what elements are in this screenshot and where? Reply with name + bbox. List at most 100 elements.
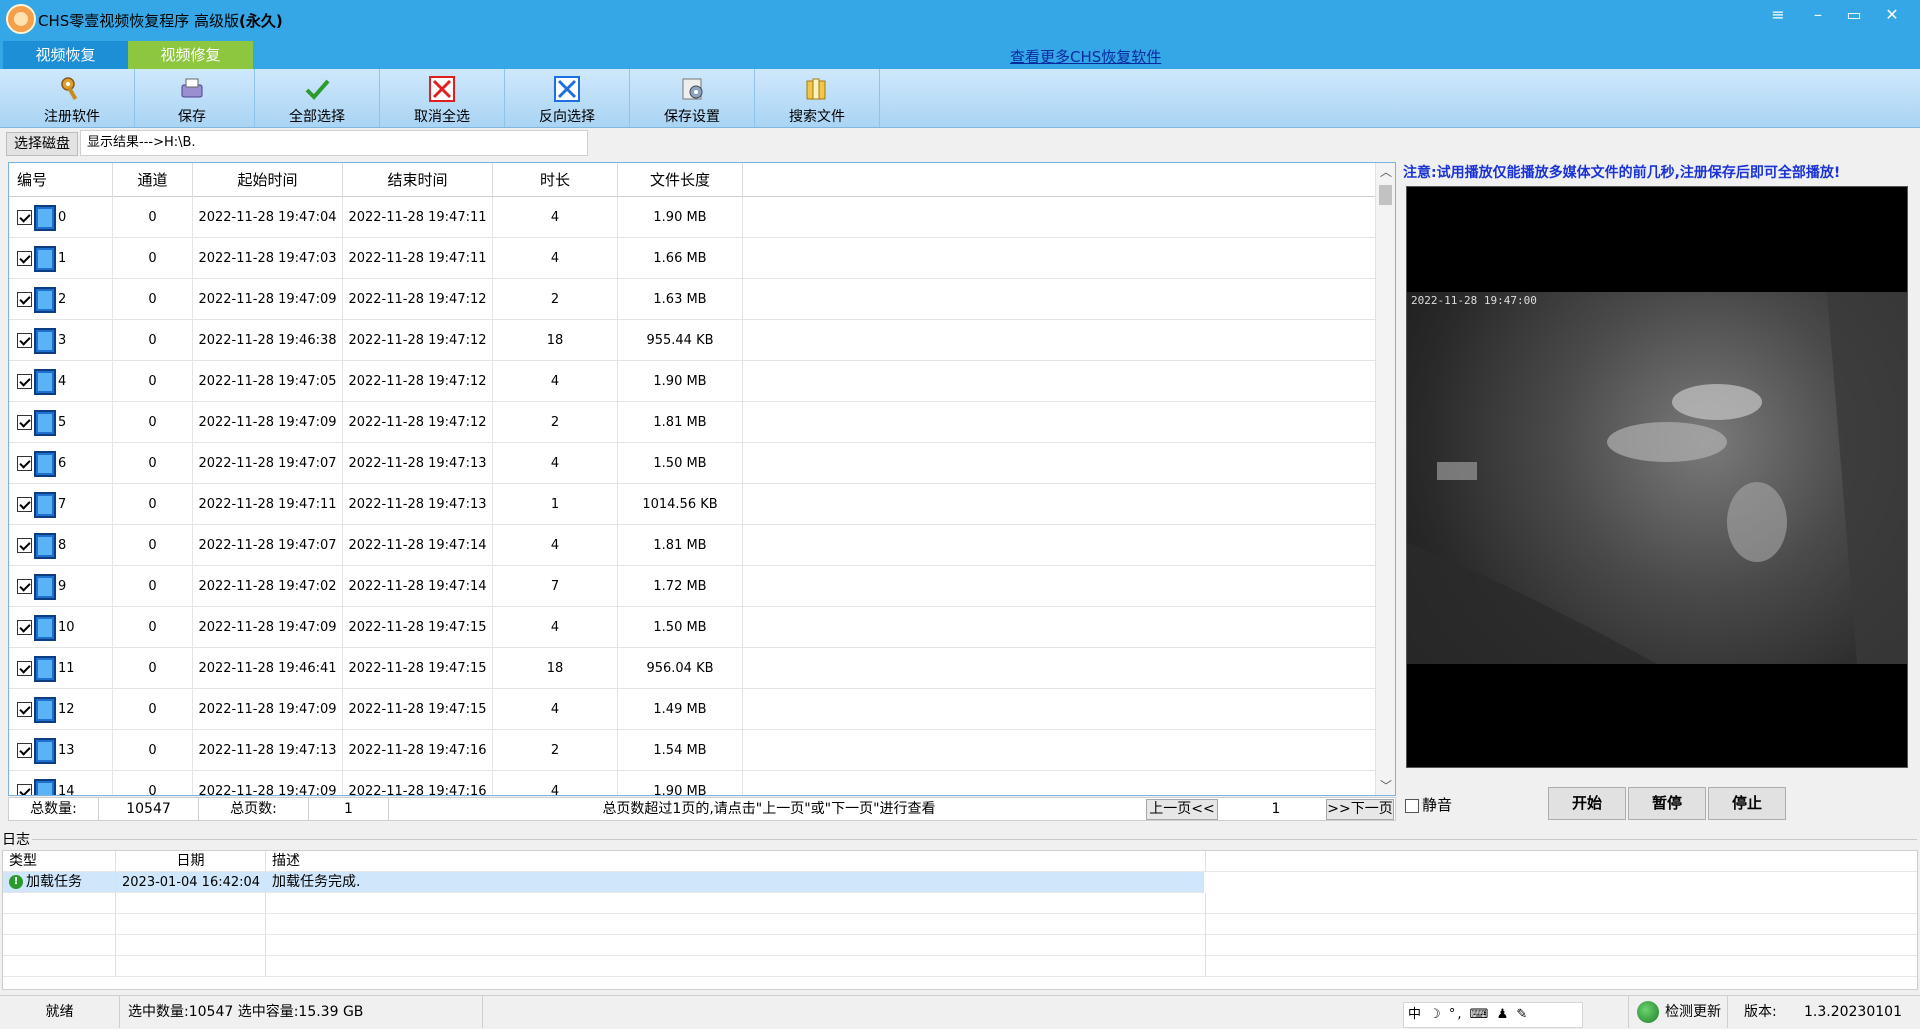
- grid-scrollbar[interactable]: ︿ ﹀: [1375, 163, 1395, 795]
- table-row[interactable]: 3 0 2022-11-28 19:46:38 2022-11-28 19:47:12…: [9, 320, 1375, 361]
- tab-video-recovery[interactable]: 视频恢复: [3, 41, 128, 69]
- menu-icon[interactable]: ≡: [1764, 4, 1792, 26]
- invert-selection-button[interactable]: 反向选择: [505, 69, 630, 127]
- table-row[interactable]: 10 0 2022-11-28 19:47:09 2022-11-28 19:47:1…: [9, 607, 1375, 648]
- close-button[interactable]: ✕: [1878, 4, 1906, 26]
- table-row[interactable]: 13 0 2022-11-28 19:47:13 2022-11-28 19:47:1…: [9, 730, 1375, 771]
- page-input[interactable]: 1: [1221, 798, 1331, 820]
- table-row[interactable]: 2 0 2022-11-28 19:47:09 2022-11-28 19:47:12…: [9, 279, 1375, 320]
- row-checkbox[interactable]: [17, 210, 32, 225]
- row-checkbox[interactable]: [17, 415, 32, 430]
- log-col-desc[interactable]: 描述: [266, 851, 1206, 872]
- log-col-type[interactable]: 类型: [3, 851, 116, 872]
- save-icon: [181, 78, 203, 98]
- deselect-all-button[interactable]: 取消全选: [380, 69, 505, 127]
- row-start-cell: 2022-11-28 19:47:04: [193, 197, 343, 238]
- prev-page-button[interactable]: 上一页<<: [1146, 799, 1218, 820]
- table-row[interactable]: 9 0 2022-11-28 19:47:02 2022-11-28 19:47:14…: [9, 566, 1375, 607]
- register-button[interactable]: 注册软件: [10, 69, 135, 127]
- globe-icon: [1637, 1001, 1659, 1023]
- row-id: 5: [58, 415, 67, 430]
- row-checkbox[interactable]: [17, 374, 32, 389]
- row-checkbox[interactable]: [17, 497, 32, 512]
- status-selection: 选中数量:10547 选中容量:15.39 GB: [120, 996, 483, 1028]
- save-settings-button[interactable]: 保存设置: [630, 69, 755, 127]
- table-row[interactable]: 7 0 2022-11-28 19:47:11 2022-11-28 19:47:13…: [9, 484, 1375, 525]
- trial-notice: 注意:试用播放仅能播放多媒体文件的前几秒,注册保存后即可全部播放!: [1403, 165, 1841, 181]
- row-id-cell: 9: [9, 566, 113, 607]
- save-label: 保存: [178, 109, 206, 125]
- row-id-cell: 4: [9, 361, 113, 402]
- scroll-thumb[interactable]: [1379, 185, 1392, 205]
- row-duration-cell: 4: [493, 361, 618, 402]
- row-id: 11: [58, 661, 75, 676]
- start-button[interactable]: 开始: [1548, 787, 1626, 820]
- row-checkbox[interactable]: [17, 784, 32, 795]
- select-disk-button[interactable]: 选择磁盘: [6, 132, 78, 156]
- pages-value: 1: [309, 798, 389, 820]
- row-start-cell: 2022-11-28 19:47:09: [193, 607, 343, 648]
- col-channel[interactable]: 通道: [113, 163, 193, 197]
- folder-icon: [806, 78, 826, 100]
- pause-button[interactable]: 暂停: [1628, 787, 1706, 820]
- next-page-button[interactable]: >>下一页: [1326, 799, 1394, 820]
- video-file-icon: [34, 204, 56, 231]
- ime-toolbar[interactable]: 中 ☽ °, ⌨ ♟ ✎: [1403, 1002, 1583, 1028]
- log-row[interactable]: ! 加载任务 2023-01-04 16:42:04 加载任务完成.: [3, 872, 1204, 893]
- select-all-button[interactable]: 全部选择: [255, 69, 380, 127]
- row-duration-cell: 2: [493, 730, 618, 771]
- mute-box[interactable]: [1405, 798, 1419, 813]
- col-id[interactable]: 编号: [9, 163, 113, 197]
- table-row[interactable]: 6 0 2022-11-28 19:47:07 2022-11-28 19:47:13…: [9, 443, 1375, 484]
- col-start-time[interactable]: 起始时间: [193, 163, 343, 197]
- table-row[interactable]: 8 0 2022-11-28 19:47:07 2022-11-28 19:47:14…: [9, 525, 1375, 566]
- scroll-up-icon[interactable]: ︿: [1376, 163, 1396, 181]
- row-checkbox[interactable]: [17, 456, 32, 471]
- row-id: 10: [58, 620, 75, 635]
- row-id: 9: [58, 579, 67, 594]
- col-duration[interactable]: 时长: [493, 163, 618, 197]
- table-row[interactable]: 11 0 2022-11-28 19:46:41 2022-11-28 19:47:1…: [9, 648, 1375, 689]
- table-row[interactable]: 4 0 2022-11-28 19:47:05 2022-11-28 19:47:12…: [9, 361, 1375, 402]
- row-checkbox[interactable]: [17, 579, 32, 594]
- table-row[interactable]: 12 0 2022-11-28 19:47:09 2022-11-28 19:47:1…: [9, 689, 1375, 730]
- table-row[interactable]: 14 0 2022-11-28 19:47:09 2022-11-28 19:47:1…: [9, 771, 1375, 795]
- search-files-button[interactable]: 搜索文件: [755, 69, 880, 127]
- mute-checkbox[interactable]: 静音: [1405, 794, 1452, 815]
- row-checkbox[interactable]: [17, 538, 32, 553]
- row-id-cell: 2: [9, 279, 113, 320]
- row-checkbox[interactable]: [17, 702, 32, 717]
- row-id-cell: 12: [9, 689, 113, 730]
- video-file-icon: [34, 450, 56, 477]
- col-file-size[interactable]: 文件长度: [618, 163, 743, 197]
- row-start-cell: 2022-11-28 19:47:09: [193, 279, 343, 320]
- maximize-button[interactable]: ▭: [1840, 4, 1868, 26]
- log-col-date[interactable]: 日期: [116, 851, 266, 872]
- row-checkbox[interactable]: [17, 292, 32, 307]
- table-row[interactable]: 5 0 2022-11-28 19:47:09 2022-11-28 19:47:12…: [9, 402, 1375, 443]
- scroll-down-icon[interactable]: ﹀: [1376, 777, 1396, 795]
- check-update-button[interactable]: 检测更新: [1628, 996, 1728, 1028]
- save-button[interactable]: 保存: [130, 69, 255, 127]
- row-channel-cell: 0: [113, 197, 193, 238]
- video-file-icon: [34, 532, 56, 559]
- table-row[interactable]: 0 0 2022-11-28 19:47:04 2022-11-28 19:47:11…: [9, 197, 1375, 238]
- row-checkbox[interactable]: [17, 251, 32, 266]
- stop-button[interactable]: 停止: [1708, 787, 1786, 820]
- more-software-link[interactable]: 查看更多CHS恢复软件: [1010, 46, 1161, 67]
- row-id: 2: [58, 292, 67, 307]
- row-checkbox[interactable]: [17, 620, 32, 635]
- status-bar: 就绪 选中数量:10547 选中容量:15.39 GB 中 ☽ °, ⌨ ♟ ✎…: [0, 995, 1920, 1029]
- video-player[interactable]: 2022-11-28 19:47:00: [1406, 186, 1908, 768]
- row-checkbox[interactable]: [17, 743, 32, 758]
- row-checkbox[interactable]: [17, 661, 32, 676]
- row-duration-cell: 4: [493, 197, 618, 238]
- title-bar: CHS零壹视频恢复程序 高级版(永久) ≡ – ▭ ✕: [0, 0, 1920, 41]
- table-row[interactable]: 1 0 2022-11-28 19:47:03 2022-11-28 19:47:11…: [9, 238, 1375, 279]
- minimize-button[interactable]: –: [1804, 4, 1832, 26]
- tab-video-repair[interactable]: 视频修复: [128, 41, 253, 69]
- row-checkbox[interactable]: [17, 333, 32, 348]
- col-end-time[interactable]: 结束时间: [343, 163, 493, 197]
- log-title: 日志: [2, 832, 30, 848]
- row-duration-cell: 4: [493, 443, 618, 484]
